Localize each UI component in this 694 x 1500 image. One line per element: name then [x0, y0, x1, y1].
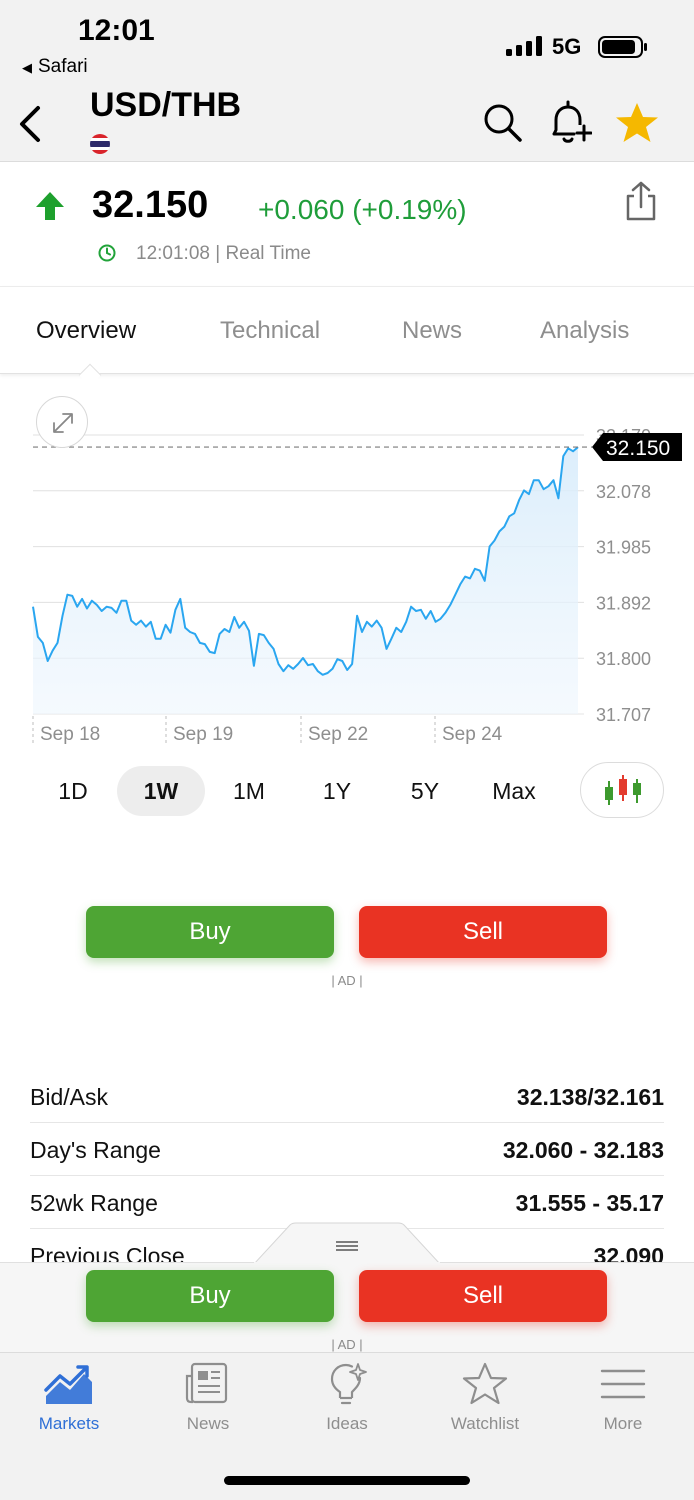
price-change: +0.060 (+0.19%)	[258, 194, 467, 225]
sticky-sell-button[interactable]: Sell	[359, 1270, 607, 1322]
quote-time: 12:01:08 | Real Time	[136, 243, 311, 264]
page-title: USD/THB	[90, 86, 242, 124]
stat-label: Day's Range	[30, 1137, 161, 1163]
range-1y[interactable]: 1Y	[302, 766, 372, 816]
back-chevron-icon[interactable]	[10, 100, 50, 148]
x-tick-label: Sep 19	[173, 724, 233, 745]
home-indicator	[224, 1476, 470, 1485]
stat-label: Bid/Ask	[30, 1084, 108, 1110]
network-type: 5G	[552, 34, 582, 59]
battery-icon	[598, 36, 647, 58]
signal-icon	[506, 36, 542, 56]
nav-news[interactable]: News	[148, 1362, 268, 1442]
nav-label: Markets	[38, 1414, 100, 1433]
stat-value: 32.060 - 32.183	[502, 1137, 664, 1163]
tab-technical[interactable]: Technical	[220, 317, 320, 345]
y-tick-label: 31.707	[596, 705, 651, 725]
x-tick-label: Sep 24	[442, 724, 503, 745]
range-1d[interactable]: 1D	[38, 766, 108, 816]
tab-overview[interactable]: Overview	[36, 317, 136, 345]
menu-icon	[600, 1369, 646, 1399]
candlestick-icon	[605, 775, 641, 805]
nav-markets[interactable]: Markets	[9, 1362, 129, 1442]
y-tick-label: 32.078	[596, 482, 651, 502]
x-tick-label: Sep 18	[40, 724, 100, 745]
back-to-safari[interactable]: ◀ Safari	[22, 56, 88, 78]
status-time: 12:01	[78, 14, 155, 47]
stat-value: 32.138/32.161	[516, 1084, 664, 1110]
thailand-flag-icon	[90, 134, 110, 154]
stat-label: 52wk Range	[30, 1190, 158, 1216]
lightbulb-icon	[330, 1363, 367, 1405]
ad-label: | AD |	[331, 973, 363, 988]
range-1m[interactable]: 1M	[214, 766, 284, 816]
share-icon[interactable]	[620, 180, 662, 222]
range-5y[interactable]: 5Y	[390, 766, 460, 816]
nav-label: Watchlist	[450, 1414, 520, 1433]
section-tabs: Overview Technical News Analysis	[0, 286, 694, 387]
range-1w[interactable]: 1W	[117, 766, 205, 816]
y-tick-label: 31.892	[596, 593, 651, 613]
stat-row-days-range: Day's Range 32.060 - 32.183	[30, 1123, 664, 1176]
back-triangle-icon: ◀	[22, 60, 32, 75]
nav-label: More	[603, 1414, 643, 1433]
stat-value: 31.555 - 35.17	[515, 1190, 664, 1216]
tab-news[interactable]: News	[402, 317, 462, 345]
tab-analysis[interactable]: Analysis	[540, 317, 629, 345]
nav-watchlist[interactable]: Watchlist	[425, 1362, 545, 1442]
price-chart[interactable]: 32.17032.07831.98531.89231.80031.707Sep …	[0, 376, 694, 756]
x-tick-label: Sep 22	[308, 724, 368, 745]
current-price-label: 32.150	[606, 437, 670, 460]
nav-label: News	[186, 1414, 230, 1433]
y-tick-label: 31.985	[596, 538, 651, 558]
buy-button[interactable]: Buy	[86, 906, 334, 958]
search-icon[interactable]	[480, 100, 524, 144]
price-up-arrow-icon	[36, 192, 64, 220]
markets-chart-icon	[44, 1365, 92, 1404]
star-outline-icon	[462, 1362, 508, 1405]
expand-chart-button[interactable]	[36, 396, 88, 448]
back-app-label: Safari	[38, 56, 88, 77]
range-max[interactable]: Max	[476, 766, 552, 816]
y-tick-label: 31.800	[596, 649, 651, 669]
sticky-ad-label: | AD |	[331, 1337, 363, 1352]
nav-more[interactable]: More	[563, 1362, 683, 1442]
nav-label: Ideas	[326, 1414, 368, 1433]
newspaper-icon	[185, 1362, 228, 1404]
expand-icon	[53, 413, 73, 433]
watchlist-star-icon[interactable]	[614, 100, 660, 146]
clock-icon	[98, 244, 116, 262]
stat-row-bid-ask: Bid/Ask 32.138/32.161	[30, 1070, 664, 1123]
last-price: 32.150	[92, 184, 209, 226]
sell-button[interactable]: Sell	[359, 906, 607, 958]
nav-ideas[interactable]: Ideas	[287, 1362, 407, 1442]
add-alert-bell-icon[interactable]	[546, 98, 592, 146]
sticky-buy-button[interactable]: Buy	[86, 1270, 334, 1322]
chart-type-button[interactable]	[580, 762, 664, 818]
series-area	[33, 447, 578, 714]
drag-handle-icon[interactable]	[254, 1222, 440, 1264]
